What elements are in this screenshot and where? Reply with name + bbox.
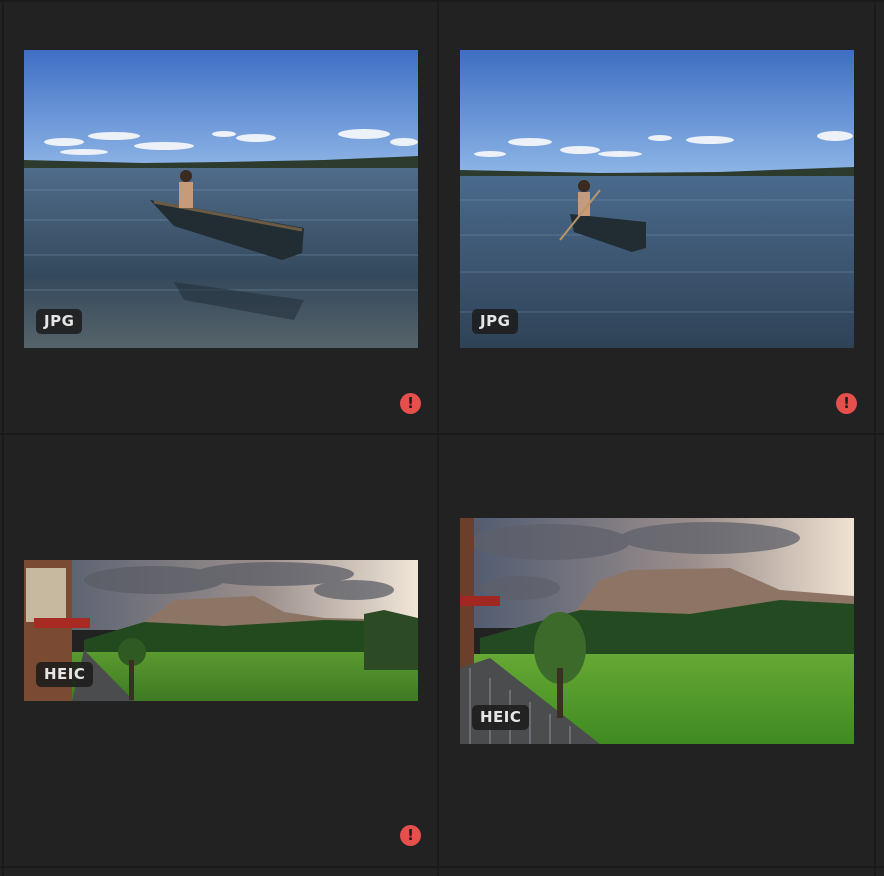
exclamation-circle-icon[interactable]: !: [400, 825, 421, 846]
grid-cell[interactable]: JPG !: [439, 2, 874, 433]
photo-thumbnail[interactable]: HEIC: [24, 560, 418, 701]
grid-divider: [874, 0, 876, 876]
photo-thumbnail[interactable]: JPG: [460, 50, 854, 348]
exclamation-circle-icon[interactable]: !: [836, 393, 857, 414]
grid-cell[interactable]: JPG !: [4, 2, 437, 433]
grid-divider: [0, 866, 884, 868]
format-badge: HEIC: [472, 705, 530, 730]
grid-cell[interactable]: HEIC !: [4, 435, 437, 866]
format-badge: JPG: [36, 309, 83, 334]
format-badge: JPG: [472, 309, 519, 334]
grid-cell[interactable]: HEIC: [439, 435, 874, 866]
photo-thumbnail[interactable]: HEIC: [460, 518, 854, 744]
format-badge: HEIC: [36, 662, 94, 687]
exclamation-circle-icon[interactable]: !: [400, 393, 421, 414]
photo-thumbnail[interactable]: JPG: [24, 50, 418, 348]
